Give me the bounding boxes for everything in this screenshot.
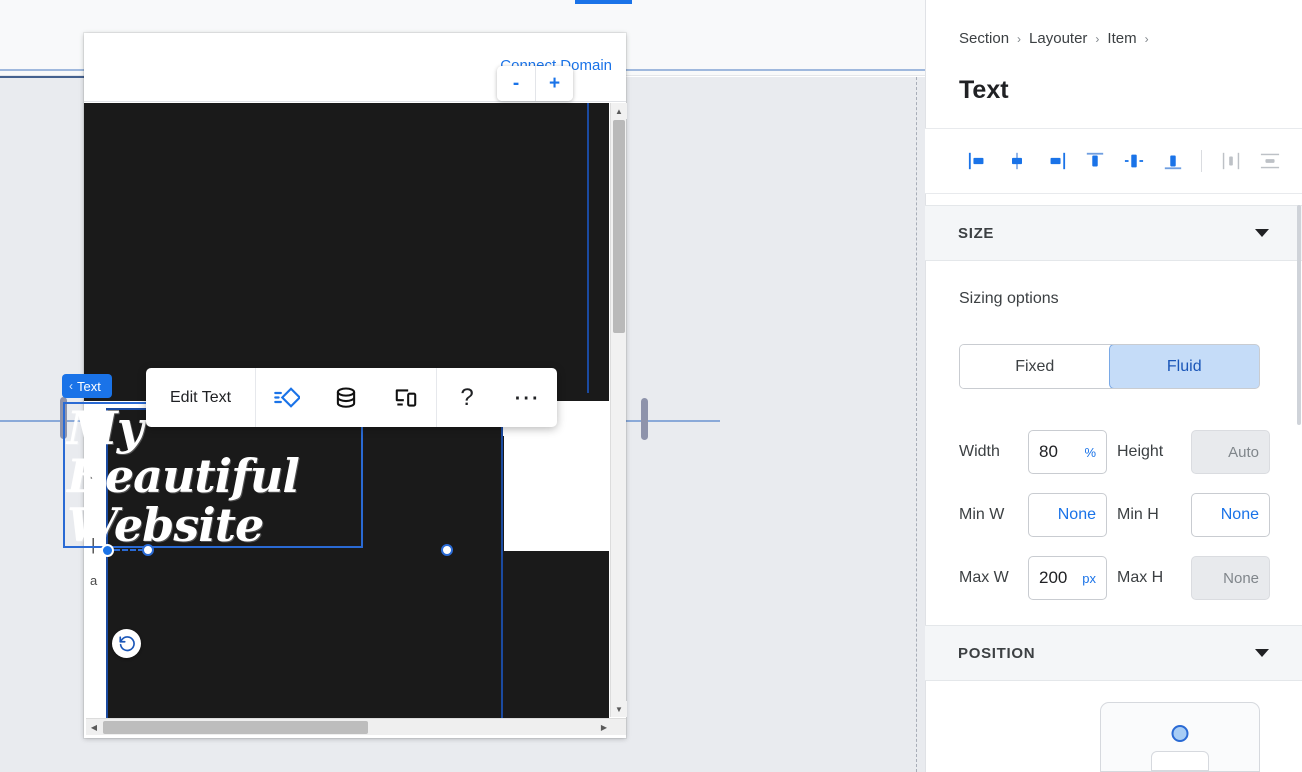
align-top-icon[interactable] — [1075, 141, 1114, 181]
align-center-horizontal-icon[interactable] — [997, 141, 1036, 181]
chevron-right-icon-1: › — [1017, 32, 1021, 46]
page-title: Text — [959, 76, 1009, 105]
sizing-option-fixed[interactable]: Fixed — [960, 345, 1110, 388]
alignment-toolbar[interactable] — [925, 128, 1302, 194]
chevron-down-icon-size[interactable] — [1255, 229, 1269, 237]
scroll-up-icon[interactable]: ▲ — [611, 103, 627, 119]
toolbar-divider-align — [1201, 150, 1202, 172]
ghost-text-fragment-3: a — [90, 574, 97, 587]
canvas-vertical-scrollbar[interactable]: ▲ ▼ — [610, 103, 626, 717]
height-value: Auto — [1192, 444, 1269, 461]
max-height-input[interactable]: None — [1191, 556, 1270, 600]
position-anchor-widget[interactable] — [1100, 702, 1260, 772]
zoom-controls[interactable]: - + — [497, 66, 573, 101]
position-anchor-dot[interactable] — [1172, 725, 1189, 742]
align-left-icon[interactable] — [958, 141, 997, 181]
width-unit[interactable]: % — [1084, 445, 1106, 460]
max-height-value: None — [1192, 570, 1269, 587]
chevron-left-icon: ‹ — [69, 379, 73, 393]
max-width-label: Max W — [959, 556, 1025, 600]
chevron-down-icon-position[interactable] — [1255, 649, 1269, 657]
selected-element-badge[interactable]: ‹ Text — [62, 374, 112, 398]
chevron-right-icon-2: › — [1095, 32, 1099, 46]
breadcrumb-item-layouter[interactable]: Layouter — [1029, 30, 1087, 47]
resize-handle-right[interactable] — [641, 398, 648, 440]
height-label: Height — [1117, 430, 1187, 474]
max-width-input[interactable]: 200 px — [1028, 556, 1107, 600]
selected-element-badge-label: Text — [77, 379, 101, 394]
more-options-icon[interactable]: ⋯ — [497, 368, 557, 427]
section-boundary-dashed — [916, 77, 917, 772]
canvas-edge-marker — [587, 103, 589, 393]
breadcrumb-item-item[interactable]: Item — [1107, 30, 1136, 47]
position-section-title: POSITION — [958, 645, 1035, 662]
responsive-devices-icon[interactable] — [376, 368, 436, 427]
vertical-scroll-thumb[interactable] — [613, 120, 625, 333]
selection-handle-left[interactable] — [142, 544, 154, 556]
align-right-icon[interactable] — [1036, 141, 1075, 181]
size-section-title: SIZE — [958, 225, 994, 242]
min-width-label: Min W — [959, 493, 1025, 537]
max-height-label: Max H — [1117, 556, 1187, 600]
size-section-header[interactable]: SIZE — [925, 205, 1302, 261]
scroll-left-icon[interactable]: ◀ — [86, 719, 102, 736]
context-toolbar[interactable]: Edit Text — [146, 368, 557, 427]
height-input[interactable]: Auto — [1191, 430, 1270, 474]
min-height-value: None — [1192, 506, 1269, 524]
stretch-horizontal-icon[interactable] — [1250, 141, 1289, 181]
zoom-in-button[interactable]: + — [535, 66, 573, 101]
stretch-vertical-icon[interactable] — [1211, 141, 1250, 181]
revert-icon[interactable] — [112, 629, 141, 658]
selection-anchor-point[interactable] — [101, 544, 114, 557]
headline-line-2: Website — [67, 501, 367, 549]
animation-icon[interactable] — [256, 368, 316, 427]
chevron-right-icon-3: › — [1145, 32, 1149, 46]
position-preview-chip[interactable] — [1151, 751, 1209, 771]
canvas-workspace: Connect Domain - + ▪ | a ‹ Text — [0, 0, 925, 772]
width-input[interactable]: 80 % — [1028, 430, 1107, 474]
max-width-value: 200 — [1029, 568, 1082, 588]
breadcrumb: Section › Layouter › Item › — [959, 30, 1149, 47]
canvas-horizontal-scrollbar[interactable]: ◀ ▶ — [86, 718, 626, 735]
edit-text-button[interactable]: Edit Text — [146, 389, 255, 407]
panel-scroll-indicator[interactable] — [1297, 205, 1301, 425]
zoom-out-button[interactable]: - — [497, 66, 535, 101]
database-icon[interactable] — [316, 368, 376, 427]
scroll-right-icon[interactable]: ▶ — [596, 719, 612, 736]
max-width-unit[interactable]: px — [1082, 571, 1106, 586]
sizing-option-fluid[interactable]: Fluid — [1109, 344, 1261, 389]
min-width-value: None — [1029, 506, 1106, 524]
help-icon[interactable]: ? — [437, 368, 497, 427]
breadcrumb-item-section[interactable]: Section — [959, 30, 1009, 47]
min-height-input[interactable]: None — [1191, 493, 1270, 537]
sizing-mode-segmented-control[interactable]: Fixed Fluid — [959, 344, 1260, 389]
width-value: 80 — [1029, 442, 1084, 462]
align-bottom-icon[interactable] — [1153, 141, 1192, 181]
scroll-down-icon[interactable]: ▼ — [611, 701, 627, 717]
horizontal-scroll-thumb[interactable] — [103, 721, 368, 734]
align-middle-vertical-icon[interactable] — [1114, 141, 1153, 181]
width-label: Width — [959, 430, 1025, 474]
min-width-input[interactable]: None — [1028, 493, 1107, 537]
selection-dash-connector — [114, 549, 144, 551]
min-height-label: Min H — [1117, 493, 1187, 537]
position-section-header[interactable]: POSITION — [925, 625, 1302, 681]
active-tab-indicator[interactable] — [575, 0, 632, 4]
sizing-options-label: Sizing options — [959, 290, 1059, 308]
selection-handle-right[interactable] — [441, 544, 453, 556]
